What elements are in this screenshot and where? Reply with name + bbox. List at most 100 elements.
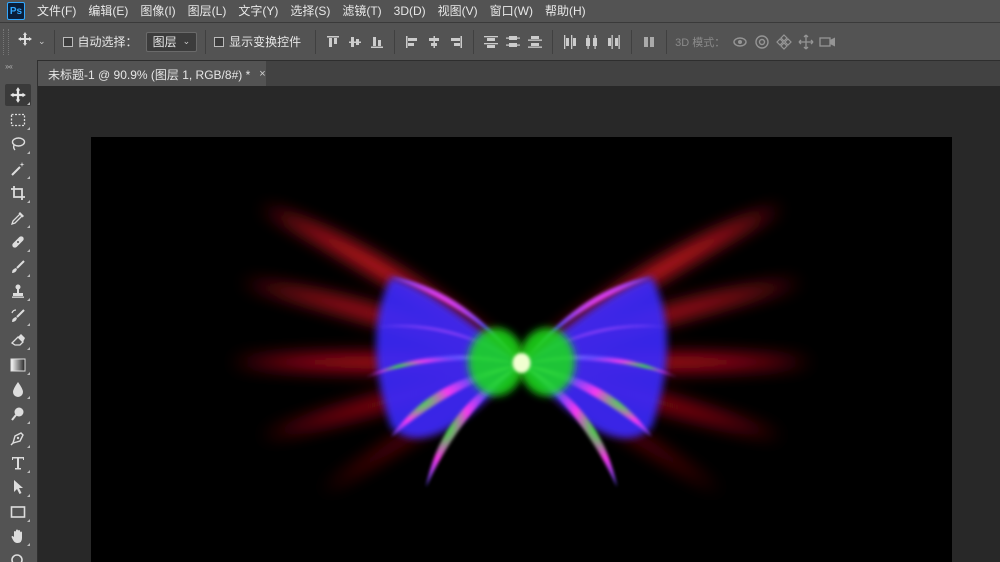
slide-icon — [798, 34, 814, 49]
distribute-bottom-icon — [528, 35, 543, 48]
align-right-edges-button[interactable] — [447, 33, 465, 51]
rectangular-marquee-icon — [10, 113, 26, 126]
menu-item[interactable]: 图像(I) — [134, 0, 181, 22]
divider — [205, 29, 207, 54]
align-horizontal-centers-button[interactable] — [425, 33, 443, 51]
blur-tool-button[interactable] — [5, 378, 31, 400]
3d-slide-button[interactable] — [797, 33, 815, 51]
auto-align-icon — [644, 36, 655, 47]
gradient-icon — [10, 358, 26, 371]
close-icon[interactable]: × — [259, 68, 265, 80]
divider — [473, 29, 475, 54]
menu-item[interactable]: 帮助(H) — [539, 0, 592, 22]
tool-group-indicator — [27, 371, 30, 375]
3d-pan-button[interactable] — [775, 33, 793, 51]
clone-stamp-tool-button[interactable] — [5, 280, 31, 302]
toolbox-collapse-handle[interactable]: ›› ‹‹ — [0, 60, 37, 84]
dodge-tool-button[interactable] — [5, 403, 31, 425]
move-tool-button[interactable] — [5, 84, 31, 106]
rectangle-tool-button[interactable] — [5, 501, 31, 523]
align-vertical-centers-button[interactable] — [346, 33, 364, 51]
tool-preset-picker[interactable]: ⌄ — [17, 31, 46, 52]
lasso-tool-button[interactable] — [5, 133, 31, 155]
show-transform-checkbox[interactable] — [214, 36, 225, 47]
distribute-horizontal-centers-button[interactable] — [583, 33, 601, 51]
tool-group-indicator — [27, 175, 30, 179]
right-wing — [519, 207, 812, 492]
distribute-bottom-button[interactable] — [526, 33, 544, 51]
tool-group-indicator — [27, 445, 30, 448]
pen-tool-button[interactable] — [5, 427, 31, 449]
align-top-icon — [327, 35, 340, 47]
path-selection-tool-button[interactable] — [5, 476, 31, 498]
arrow-cursor-icon — [14, 480, 23, 494]
menu-item[interactable]: 视图(V) — [432, 0, 484, 22]
options-grip[interactable] — [3, 28, 9, 55]
workspace[interactable] — [38, 86, 1000, 562]
distribute-right-icon — [608, 34, 620, 49]
dodge-icon — [11, 407, 24, 421]
align-vcenter-icon — [349, 36, 362, 47]
brush-tool-button[interactable] — [5, 256, 31, 278]
distribute-vcenter-icon — [506, 35, 521, 47]
distribute-right-button[interactable] — [605, 33, 623, 51]
menu-item[interactable]: 窗口(W) — [484, 0, 539, 22]
align-bottom-edges-button[interactable] — [368, 33, 386, 51]
auto-select-checkbox[interactable] — [62, 36, 73, 47]
tool-group-indicator — [27, 200, 30, 203]
distribute-vertical-centers-button[interactable] — [504, 33, 522, 51]
rectangle-icon — [10, 505, 26, 518]
divider — [552, 29, 554, 54]
menu-item[interactable]: 文字(Y) — [232, 0, 284, 22]
3d-roll-button[interactable] — [753, 33, 771, 51]
auto-select-target-dropdown[interactable]: 图层 ⌄ — [145, 31, 198, 52]
menu-item[interactable]: 3D(D) — [388, 0, 432, 22]
tool-group-indicator — [27, 518, 30, 522]
3d-mode-icons — [731, 33, 837, 51]
crop-icon — [11, 186, 25, 200]
crop-tool-button[interactable] — [5, 182, 31, 204]
healing-brush-tool-button[interactable] — [5, 231, 31, 253]
magic-wand-tool-button[interactable] — [5, 158, 31, 180]
document-canvas[interactable] — [91, 137, 952, 562]
roll-icon — [755, 34, 769, 49]
hand-tool-button[interactable] — [5, 525, 31, 547]
toolbox: ›› ‹‹ — [0, 60, 38, 562]
menu-item[interactable]: 编辑(E) — [82, 0, 134, 22]
distribute-top-button[interactable] — [482, 33, 500, 51]
tool-group-indicator — [27, 396, 30, 399]
align-top-edges-button[interactable] — [324, 33, 342, 51]
tool-group-indicator — [27, 249, 30, 252]
divider — [53, 29, 55, 54]
document-tab-strip: 未标题-1 @ 90.9% (图层 1, RGB/8#) * × — [38, 60, 1000, 87]
show-transform-label: 显示变换控件 — [229, 35, 302, 49]
move-icon — [17, 31, 33, 52]
eraser-tool-button[interactable] — [5, 329, 31, 351]
align-left-edges-button[interactable] — [403, 33, 421, 51]
menu-item[interactable]: 滤镜(T) — [336, 0, 387, 22]
move-icon — [10, 87, 26, 103]
distribute-left-button[interactable] — [561, 33, 579, 51]
auto-align-layers-button[interactable] — [640, 33, 658, 51]
distribute-left-icon — [564, 34, 577, 49]
tool-group-indicator — [27, 126, 30, 130]
type-tool-button[interactable] — [5, 452, 31, 474]
marquee-tool-button[interactable] — [5, 109, 31, 131]
menu-item[interactable]: 图层(L) — [182, 0, 233, 22]
distribute-hcenter-icon — [586, 34, 598, 49]
gradient-tool-button[interactable] — [5, 354, 31, 376]
chevron-down-icon: ⌄ — [38, 36, 46, 46]
menu-item[interactable]: 选择(S) — [284, 0, 336, 22]
tool-group-indicator — [27, 469, 30, 473]
zoom-tool-button[interactable] — [5, 550, 31, 562]
menu-item[interactable]: 文件(F) — [31, 0, 82, 22]
3d-orbit-button[interactable] — [731, 33, 749, 51]
history-brush-tool-button[interactable] — [5, 305, 31, 327]
3d-scale-button[interactable] — [819, 33, 837, 51]
menu-bar: Ps 文件(F) 编辑(E) 图像(I) 图层(L) 文字(Y) 选择(S) 滤镜(T) 3D… — [0, 0, 1000, 22]
magic-wand-icon — [11, 161, 25, 176]
tool-group-indicator — [27, 102, 30, 105]
document-tab[interactable]: 未标题-1 @ 90.9% (图层 1, RGB/8#) * × — [38, 61, 266, 87]
stamp-icon — [12, 284, 24, 298]
eyedropper-tool-button[interactable] — [5, 207, 31, 229]
